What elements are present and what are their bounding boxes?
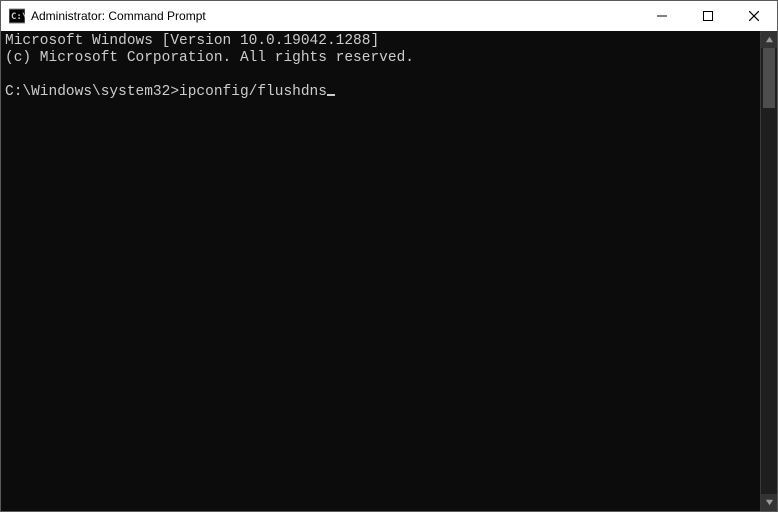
scroll-down-button[interactable]	[761, 494, 777, 511]
text-cursor	[327, 94, 335, 97]
scroll-up-button[interactable]	[761, 31, 777, 48]
line-copyright: (c) Microsoft Corporation. All rights re…	[5, 50, 414, 66]
cmd-icon: C:\	[9, 8, 25, 24]
titlebar[interactable]: C:\ Administrator: Command Prompt	[1, 1, 777, 31]
terminal-output[interactable]: Microsoft Windows [Version 10.0.19042.12…	[1, 31, 760, 511]
window-title: Administrator: Command Prompt	[31, 9, 206, 23]
scroll-track[interactable]	[761, 48, 777, 494]
scroll-thumb[interactable]	[763, 48, 775, 108]
vertical-scrollbar[interactable]	[760, 31, 777, 511]
prompt-path: C:\Windows\system32>	[5, 84, 179, 100]
typed-command: ipconfig/flushdns	[179, 84, 327, 100]
maximize-button[interactable]	[685, 1, 731, 31]
line-version: Microsoft Windows [Version 10.0.19042.12…	[5, 33, 379, 49]
svg-text:C:\: C:\	[11, 12, 25, 22]
close-button[interactable]	[731, 1, 777, 31]
client-area: Microsoft Windows [Version 10.0.19042.12…	[1, 31, 777, 511]
command-prompt-window: C:\ Administrator: Command Prompt Micros…	[0, 0, 778, 512]
minimize-button[interactable]	[639, 1, 685, 31]
